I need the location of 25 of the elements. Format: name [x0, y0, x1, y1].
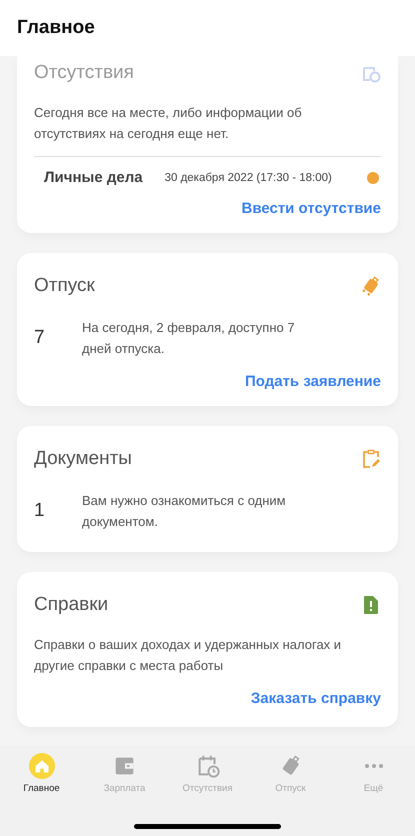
tab-item[interactable]: Отсутствия — [166, 753, 249, 794]
tab-item[interactable]: Главное — [0, 753, 83, 794]
tab-item[interactable]: Ещё — [332, 753, 415, 794]
action-link[interactable]: Заказать справку — [250, 690, 381, 707]
action-link[interactable]: Подать заявление — [244, 373, 381, 390]
tab-item[interactable]: Отпуск — [249, 753, 332, 794]
card-text: На сегодня, 2 февраля, доступно 7 дней отпуска. — [82, 319, 296, 358]
count-value: 1 — [34, 499, 46, 522]
card-text: Вам нужно ознакомиться с одним документом. — [82, 492, 287, 531]
card-text: Сегодня все на месте, либо информации об отсутствиях на сегодня еще нет. — [34, 104, 303, 143]
card-title: Отсутствия — [34, 62, 134, 84]
screen-title: Главное — [17, 17, 95, 39]
absence-date: 30 декабря 2022 (17:30 - 18:00) — [164, 172, 333, 184]
action-link[interactable]: Ввести отсутствие — [241, 200, 381, 217]
card-title: Документы — [34, 448, 132, 470]
absence-type: Личные дела — [44, 169, 143, 186]
tab-item[interactable]: Зарплата — [83, 753, 166, 794]
card-text: Справки о ваших доходах и удержанных налогах и другие справки с места работы — [34, 636, 342, 675]
clipboard-edit-icon — [361, 449, 381, 469]
document-alert-icon — [361, 595, 381, 615]
count-value: 7 — [34, 326, 46, 349]
card-title: Справки — [34, 594, 108, 616]
home-icon — [28, 753, 54, 779]
card-title: Отпуск — [34, 275, 95, 297]
more-icon — [364, 764, 382, 768]
